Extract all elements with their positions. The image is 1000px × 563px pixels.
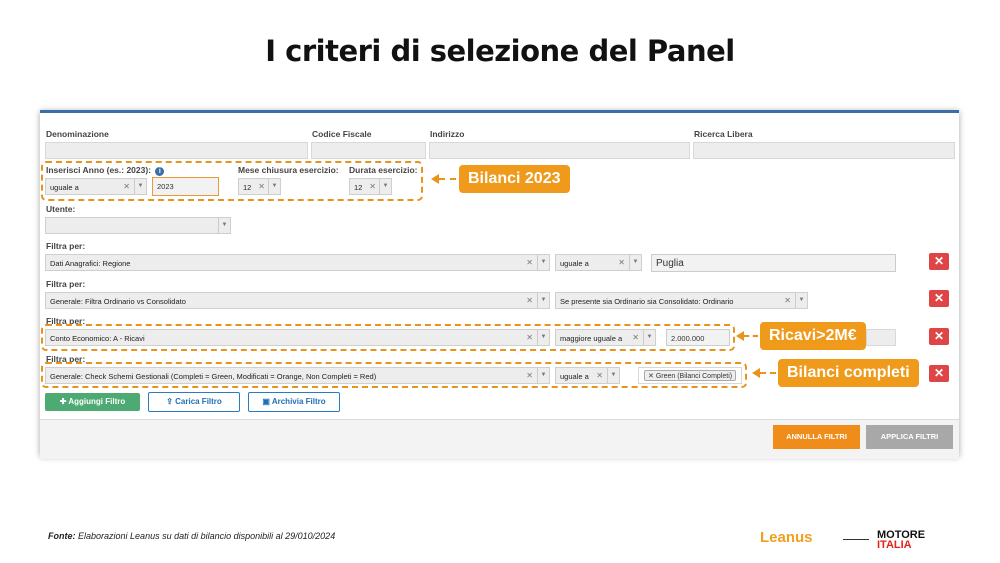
logo-separator [843, 539, 869, 540]
filter-3-extra-field [866, 329, 896, 346]
archive-filter-label: Archivia Filtro [271, 397, 326, 406]
add-filter-button[interactable]: ✚ Aggiungi Filtro [45, 393, 140, 411]
close-icon[interactable]: ✕ [929, 290, 949, 307]
year-callout-line [439, 178, 456, 180]
clear-x-icon[interactable]: ✕ [784, 296, 791, 305]
add-filter-label: Aggiungi Filtro [68, 397, 126, 406]
close-icon[interactable]: ✕ [929, 365, 949, 382]
indirizzo-label: Indirizzo [430, 129, 465, 139]
panel-footer: ANNULLA FILTRI APPLICA FILTRI [40, 419, 959, 459]
revenue-highlight [41, 324, 735, 351]
chevron-down-icon[interactable]: ▼ [629, 255, 641, 270]
apply-filters-button[interactable]: APPLICA FILTRI [866, 425, 953, 449]
floppy-icon: ▣ [262, 397, 270, 406]
utente-label: Utente: [46, 204, 76, 214]
source-text: Elaborazioni Leanus su dati di bilancio … [78, 531, 336, 541]
chevron-down-icon[interactable]: ▼ [537, 293, 549, 308]
complete-callout-arrowhead [752, 368, 760, 378]
slide-title: I criteri di selezione del Panel [265, 34, 735, 68]
year-highlight [41, 161, 423, 201]
leanus-logo: Leanus [760, 529, 813, 546]
archive-filter-button[interactable]: ▣ Archivia Filtro [248, 392, 340, 412]
denominazione-input[interactable] [45, 142, 308, 159]
filter-2-operator-select[interactable]: Se presente sia Ordinario sia Consolidat… [555, 292, 808, 309]
complete-callout: Bilanci completi [778, 359, 919, 387]
close-icon[interactable]: ✕ [929, 328, 949, 345]
cancel-filters-button[interactable]: ANNULLA FILTRI [773, 425, 860, 449]
plus-icon: ✚ [59, 397, 67, 406]
filter-1-label: Filtra per: [46, 241, 86, 251]
filter-2-field-value: Generale: Filtra Ordinario vs Consolidat… [50, 297, 186, 306]
chevron-down-icon[interactable]: ▼ [218, 218, 230, 233]
chevron-down-icon[interactable]: ▼ [537, 255, 549, 270]
upload-icon: ⇪ [166, 397, 173, 406]
source-label: Fonte: [48, 531, 76, 541]
filter-2-field-select[interactable]: Generale: Filtra Ordinario vs Consolidat… [45, 292, 550, 309]
italia-logo-text: ITALIA [877, 539, 912, 551]
complete-callout-line [760, 372, 776, 374]
clear-x-icon[interactable]: ✕ [526, 296, 533, 305]
clear-x-icon[interactable]: ✕ [618, 258, 625, 267]
revenue-callout-line [744, 335, 758, 337]
revenue-callout: Ricavi>2M€ [760, 322, 866, 350]
chevron-down-icon[interactable]: ▼ [795, 293, 807, 308]
filter-1-operator-value: uguale a [560, 259, 589, 268]
ricerca-libera-label: Ricerca Libera [694, 129, 753, 139]
denominazione-label: Denominazione [46, 129, 109, 139]
load-filter-button[interactable]: ⇪ Carica Filtro [148, 392, 240, 412]
year-callout: Bilanci 2023 [459, 165, 570, 193]
clear-x-icon[interactable]: ✕ [526, 258, 533, 267]
close-icon[interactable]: ✕ [929, 253, 949, 270]
filter-1-field-select[interactable]: Dati Anagrafici: Regione ✕ ▼ [45, 254, 550, 271]
utente-select[interactable]: ▼ [45, 217, 231, 234]
codice-fiscale-label: Codice Fiscale [312, 129, 372, 139]
complete-highlight [41, 362, 747, 388]
filter-2-operator-value: Se presente sia Ordinario sia Consolidat… [560, 297, 734, 306]
revenue-callout-arrowhead [736, 331, 744, 341]
codice-fiscale-input[interactable] [311, 142, 426, 159]
filter-1-operator-select[interactable]: uguale a ✕ ▼ [555, 254, 642, 271]
filter-panel: Denominazione Codice Fiscale Indirizzo R… [40, 110, 959, 459]
filter-1-value-input[interactable]: Puglia [651, 254, 896, 272]
load-filter-label: Carica Filtro [175, 397, 222, 406]
source-note: Fonte: Elaborazioni Leanus su dati di bi… [48, 531, 335, 541]
filter-2-label: Filtra per: [46, 279, 86, 289]
ricerca-libera-input[interactable] [693, 142, 955, 159]
year-callout-arrowhead [431, 174, 439, 184]
filter-1-field-value: Dati Anagrafici: Regione [50, 259, 131, 268]
indirizzo-input[interactable] [429, 142, 690, 159]
